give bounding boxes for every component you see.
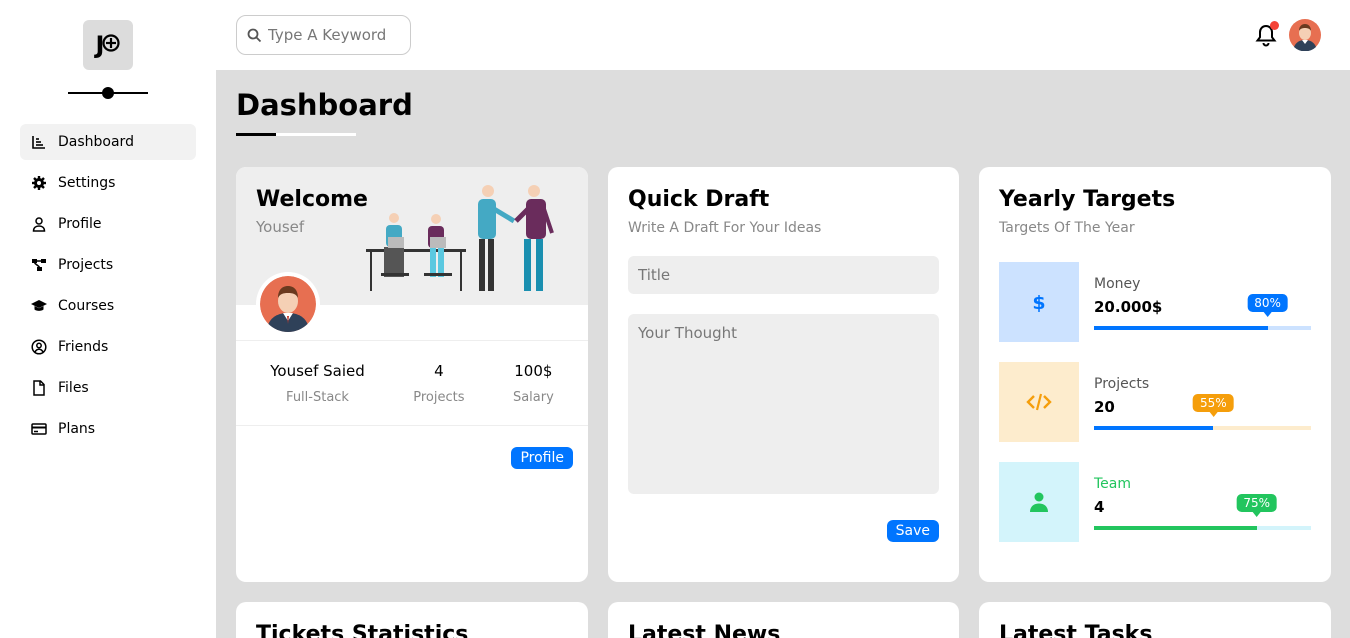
target-icon-box [999, 362, 1079, 442]
latest-tasks-card: Latest Tasks [979, 602, 1331, 638]
stat-label: Full-Stack [286, 389, 349, 405]
target-projects: Projects 20 55% [999, 362, 1311, 442]
stat-value: Yousef Saied [270, 361, 365, 380]
target-progress-fill [1094, 526, 1257, 530]
stat-salary: 100$ Salary [513, 362, 554, 405]
search-input[interactable] [268, 26, 408, 44]
draft-title: Quick Draft [628, 187, 770, 212]
yearly-targets-card: Yearly Targets Targets Of The Year $ Mon… [979, 167, 1331, 582]
target-icon-box: $ [999, 262, 1079, 342]
title-underline [236, 133, 356, 136]
avatar[interactable] [1289, 19, 1321, 51]
user-icon [32, 217, 46, 232]
welcome-card: Welcome Yousef Yousef Saied Full-Stack 4… [236, 167, 588, 582]
sidebar-item-label: Projects [58, 257, 114, 273]
tickets-statistics-card: Tickets Statistics [236, 602, 588, 638]
target-name: Money [1094, 276, 1141, 292]
search-box[interactable] [236, 15, 411, 55]
save-button[interactable]: Save [886, 520, 939, 542]
target-name: Team [1094, 476, 1132, 492]
dollar-icon: $ [1032, 292, 1045, 312]
search-icon [247, 28, 262, 42]
sidebar: J Dashboard Settings Profile Projects Co… [0, 0, 216, 638]
user-icon [1030, 492, 1048, 512]
sidebar-item-settings[interactable]: Settings [20, 165, 196, 201]
sidebar-item-label: Courses [58, 298, 115, 314]
page-title: Dashboard [236, 88, 413, 122]
sidebar-item-files[interactable]: Files [20, 370, 196, 406]
sidebar-nav: Dashboard Settings Profile Projects Cour… [20, 124, 196, 452]
target-percent-badge: 55% [1193, 394, 1234, 417]
stat-label: Projects [413, 389, 465, 405]
target-amount: 20 [1094, 398, 1115, 416]
team-illustration [366, 185, 554, 291]
sidebar-item-plans[interactable]: Plans [20, 411, 196, 447]
stat-value: 4 [434, 361, 444, 380]
diagram-icon [32, 259, 46, 271]
draft-thought-input[interactable] [628, 314, 939, 494]
target-percent-badge: 75% [1236, 494, 1278, 517]
stat-projects: 4 Projects [413, 362, 464, 405]
graduation-cap-icon [31, 300, 47, 311]
sidebar-item-label: Friends [58, 339, 109, 355]
sidebar-item-dashboard[interactable]: Dashboard [20, 124, 196, 160]
latest-news-card: Latest News [608, 602, 959, 638]
sidebar-item-label: Dashboard [58, 134, 134, 150]
sidebar-item-label: Profile [58, 216, 102, 232]
credit-card-icon [31, 423, 47, 435]
sidebar-item-courses[interactable]: Courses [20, 288, 196, 324]
welcome-stats: Yousef Saied Full-Stack 4 Projects 100$ … [236, 340, 588, 426]
stat-label: Salary [512, 389, 554, 405]
top-bar [216, 0, 1350, 70]
target-progress-track: 80% [1094, 294, 1311, 330]
stat-value: 100$ [514, 361, 553, 380]
target-progress-track: 75% [1094, 494, 1311, 530]
target-name: Projects [1094, 376, 1150, 392]
target-icon-box [999, 462, 1079, 542]
code-icon [1026, 393, 1052, 411]
draft-subtitle: Write A Draft For Your Ideas [628, 220, 822, 236]
targets-subtitle: Targets Of The Year [999, 220, 1135, 236]
sidebar-item-label: Settings [58, 175, 116, 191]
card-title: Tickets Statistics [256, 622, 469, 638]
sidebar-item-projects[interactable]: Projects [20, 247, 196, 283]
target-progress-track: 55% [1094, 394, 1311, 430]
sidebar-item-label: Plans [58, 421, 96, 437]
logo[interactable]: J [83, 20, 133, 70]
quick-draft-card: Quick Draft Write A Draft For Your Ideas… [608, 167, 959, 582]
targets-title: Yearly Targets [999, 187, 1176, 212]
target-money: $ Money 20.000$ 80% [999, 262, 1311, 342]
sidebar-item-profile[interactable]: Profile [20, 206, 196, 242]
svg-text:$: $ [1032, 292, 1045, 312]
file-icon [33, 380, 45, 396]
sidebar-item-label: Files [58, 380, 89, 396]
notification-badge [1270, 21, 1279, 30]
chart-icon [32, 136, 45, 149]
plus-circle-icon [102, 34, 121, 52]
card-title: Latest News [628, 622, 781, 638]
target-percent-badge: 80% [1247, 294, 1288, 317]
target-amount: 4 [1094, 498, 1105, 516]
notification-button[interactable] [1255, 21, 1279, 47]
card-title: Latest Tasks [999, 622, 1153, 638]
target-progress-fill [1094, 426, 1214, 430]
target-progress-fill [1094, 326, 1268, 330]
sidebar-item-friends[interactable]: Friends [20, 329, 196, 365]
draft-title-input[interactable] [628, 256, 939, 294]
user-circle-icon [31, 339, 47, 355]
gear-icon [32, 176, 46, 190]
logo-divider [68, 87, 148, 99]
avatar[interactable] [256, 272, 320, 336]
profile-button[interactable]: Profile [511, 447, 573, 469]
target-team: Team 4 75% [999, 462, 1311, 542]
target-amount: 20.000$ [1094, 298, 1163, 316]
stat-name: Yousef Saied Full-Stack [270, 362, 365, 405]
